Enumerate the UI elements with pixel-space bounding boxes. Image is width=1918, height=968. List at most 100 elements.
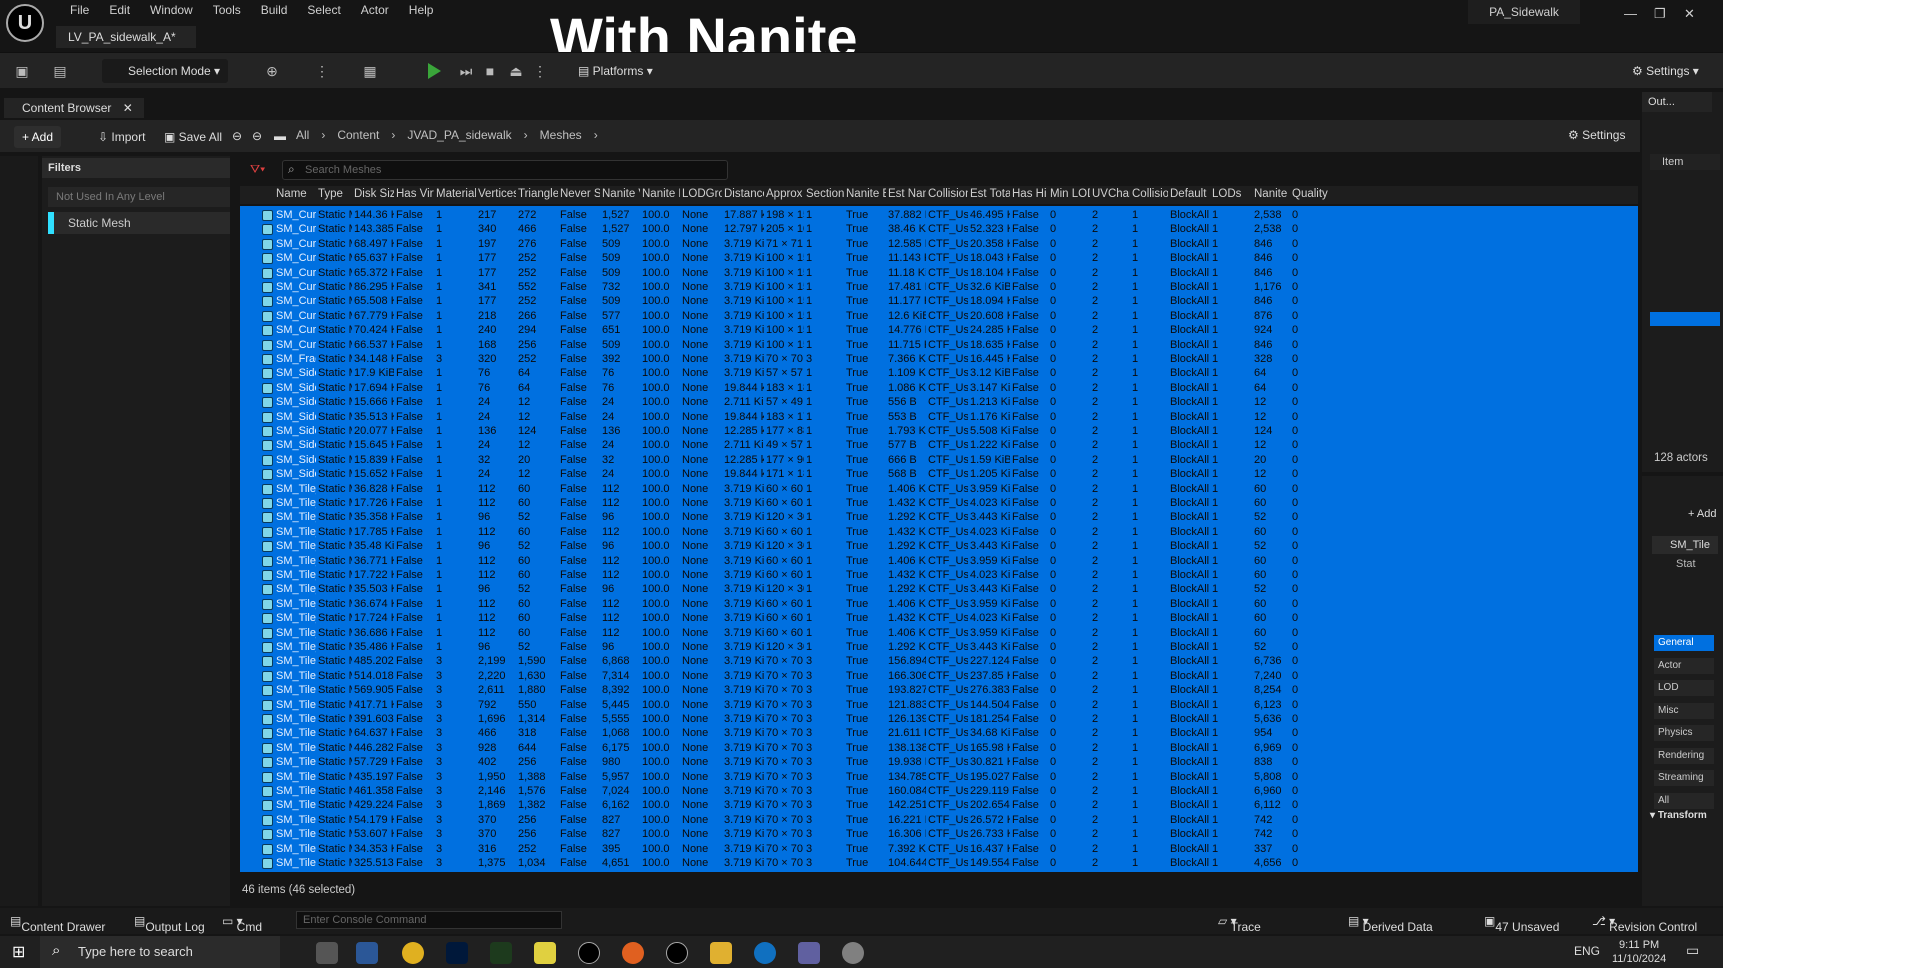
import-button[interactable]: ⇩ Import	[90, 126, 153, 148]
table-row[interactable]: SM_Curb_DStatic M65.637 KFalse1177252Fal…	[240, 251, 1638, 265]
search-input[interactable]: Search Meshes	[282, 160, 728, 180]
breadcrumb-item[interactable]: JVAD_PA_sidewalk	[407, 128, 511, 142]
column-header[interactable]: Default C	[1170, 188, 1210, 200]
table-row[interactable]: SM_Curb_NStatic M70.424 KFalse1240294Fal…	[240, 323, 1638, 337]
eject-icon[interactable]: ⏏	[506, 61, 526, 81]
output-log-button[interactable]: ▤ Output Log	[134, 914, 205, 934]
table-row[interactable]: SM_Tile_D3Static M35.486 KFalse19652Fals…	[240, 640, 1638, 654]
table-row[interactable]: SM_Curb_GStatic M65.508 KFalse1177252Fal…	[240, 294, 1638, 308]
windows-start-icon[interactable]: ⊞	[12, 942, 25, 962]
play-icon[interactable]	[428, 63, 441, 79]
painter-icon[interactable]	[490, 942, 512, 964]
unreal-taskbar-icon-2[interactable]	[666, 942, 688, 964]
table-row[interactable]: SM_Fractile_AStatic M34.148 KFalse332025…	[240, 352, 1638, 366]
details-category-button[interactable]: Physics	[1654, 725, 1714, 741]
stop-icon[interactable]: ■	[480, 61, 500, 81]
column-header[interactable]: Has Hi Re	[1012, 188, 1048, 200]
column-header[interactable]: Min LOD	[1050, 188, 1090, 200]
column-header[interactable]: Disk Size	[354, 188, 394, 200]
clock[interactable]: 9:11 PM 11/10/2024	[1612, 938, 1666, 966]
column-header[interactable]: LODs	[1212, 188, 1252, 200]
column-header[interactable]: Name	[276, 188, 316, 200]
table-row[interactable]: SM_Tile_B4Static M36.771 KFalse111260Fal…	[240, 554, 1638, 568]
asset-table[interactable]: SM_Curb_aStatic M144.36 KFalse1217272Fal…	[240, 206, 1638, 872]
table-row[interactable]: SM_Tile_C2Static M35.503 KFalse19652Fals…	[240, 582, 1638, 596]
column-header[interactable]: Approx S	[766, 188, 804, 200]
table-row[interactable]: SM_Tilefrac_KStatic M461.358False32,1461…	[240, 784, 1638, 798]
file-explorer-icon[interactable]	[710, 942, 732, 964]
details-category-button[interactable]: LOD	[1654, 680, 1714, 696]
menu-item[interactable]: Help	[399, 3, 444, 17]
breadcrumb-item[interactable]: All	[296, 128, 309, 142]
app-icon[interactable]	[534, 942, 556, 964]
menu-item[interactable]: Build	[251, 3, 298, 17]
table-row[interactable]: SM_Tilefrac_PStatic M325.513False31,3751…	[240, 856, 1638, 870]
cmd-dropdown[interactable]: ▭ Cmd ▾	[222, 914, 262, 934]
close-icon[interactable]: ✕	[1684, 6, 1695, 22]
table-row[interactable]: SM_Tilefrac_NStatic M53.607 KFalse337025…	[240, 827, 1638, 841]
column-header[interactable]: Nanite Fa	[642, 188, 680, 200]
table-row[interactable]: SM_Sidewalk_HStatic M15.652 KFalse12412F…	[240, 467, 1638, 481]
column-header[interactable]: LODGrou	[682, 188, 722, 200]
table-row[interactable]: SM_Sidewalk_CStatic M15.666 KFalse12412F…	[240, 395, 1638, 409]
notification-icon[interactable]: ▭	[1686, 942, 1699, 959]
column-header[interactable]: Distance	[724, 188, 764, 200]
more-options-icon[interactable]: ⋮	[530, 61, 550, 81]
selected-actor[interactable]: SM_Tile	[1652, 536, 1718, 554]
table-row[interactable]: SM_Tile_A3Static M35.358 KFalse19652Fals…	[240, 510, 1638, 524]
cinematics-icon[interactable]: ▦	[360, 61, 380, 81]
column-header[interactable]: Est Nanit	[888, 188, 926, 200]
table-row[interactable]: SM_Tilefrac_JStatic M435.197False31,9501…	[240, 770, 1638, 784]
details-category-button[interactable]: Actor	[1654, 657, 1714, 674]
content-drawer-button[interactable]: ▤ Content Drawer	[10, 914, 105, 934]
settings-dropdown[interactable]: ⚙ Settings ▾	[1632, 59, 1699, 83]
column-header[interactable]: Type	[318, 188, 352, 200]
column-header[interactable]: UVChann	[1092, 188, 1130, 200]
revision-control-button[interactable]: ⎇ Revision Control ▾	[1592, 914, 1697, 934]
breadcrumb-item[interactable]: Meshes	[540, 128, 582, 142]
task-view-icon[interactable]	[316, 942, 338, 964]
details-add-button[interactable]: + Add	[1688, 508, 1716, 520]
content-browser-tab[interactable]: Content Browser ✕	[4, 98, 144, 118]
photoshop-icon[interactable]	[446, 942, 468, 964]
table-row[interactable]: SM_Tile_C1Static M17.722 KFalse111260Fal…	[240, 568, 1638, 582]
table-row[interactable]: SM_Curb_MStatic M67.779 KFalse1218266Fal…	[240, 309, 1638, 323]
derived-data-button[interactable]: ▤ Derived Data ▾	[1348, 914, 1433, 934]
trace-button[interactable]: ⏥ Trace ▾	[1218, 914, 1261, 934]
filters-header[interactable]: Filters	[42, 158, 230, 178]
blueprint-icon[interactable]: ⋮	[312, 61, 332, 81]
app-icon-2[interactable]	[798, 942, 820, 964]
menu-item[interactable]: Edit	[99, 3, 140, 17]
table-row[interactable]: SM_Tilefrac_HStatic M446.282False3928644…	[240, 741, 1638, 755]
filter-static-mesh[interactable]: Static Mesh	[48, 212, 230, 234]
unreal-logo-icon[interactable]: U	[6, 4, 44, 42]
table-row[interactable]: SM_Sidewalk_BStatic M17.694 KFalse17664F…	[240, 381, 1638, 395]
console-input[interactable]: Enter Console Command	[296, 911, 562, 929]
table-row[interactable]: SM_Tile_AStatic M36.828 KFalse111260Fals…	[240, 482, 1638, 496]
content-icon[interactable]: ▤	[50, 61, 70, 81]
column-header[interactable]: Vertices	[478, 188, 516, 200]
forward-icon[interactable]: ⊖	[252, 128, 262, 144]
table-row[interactable]: SM_Tile_B3Static M35.48 KiFalse19652Fals…	[240, 539, 1638, 553]
back-icon[interactable]: ⊖	[232, 128, 242, 144]
table-row[interactable]: SM_Tilefrac_MStatic M54.179 KFalse337025…	[240, 813, 1638, 827]
save-all-button[interactable]: ▣ Save All	[156, 126, 230, 148]
add-button[interactable]: + Add	[14, 126, 62, 148]
folder-icon[interactable]: ▬	[274, 128, 286, 144]
unreal-taskbar-icon[interactable]	[578, 942, 600, 964]
details-category-button[interactable]: All	[1654, 792, 1714, 809]
table-row[interactable]: SM_Sidewalk_EStatic M20.077 KFalse113612…	[240, 424, 1638, 438]
details-category-button[interactable]: Misc	[1654, 702, 1714, 719]
table-row[interactable]: SM_Tilefrac_FStatic M391.603False31,6961…	[240, 712, 1638, 726]
word-icon[interactable]	[356, 942, 378, 964]
outliner-tab[interactable]: Out...	[1642, 92, 1712, 112]
add-actor-icon[interactable]: ⊕	[262, 61, 282, 81]
firefox-icon[interactable]	[622, 942, 644, 964]
column-header[interactable]: Nanite Ve	[602, 188, 640, 200]
menu-item[interactable]: File	[60, 3, 99, 17]
table-row[interactable]: SM_Sidewalk_GStatic M15.839 KFalse13220F…	[240, 453, 1638, 467]
menu-item[interactable]: Tools	[203, 3, 251, 17]
table-row[interactable]: SM_Sidewalk_DStatic M35.513 KFalse12412F…	[240, 410, 1638, 424]
breadcrumb-item[interactable]: Content	[337, 128, 379, 142]
column-header[interactable]: Has Virtu	[396, 188, 434, 200]
